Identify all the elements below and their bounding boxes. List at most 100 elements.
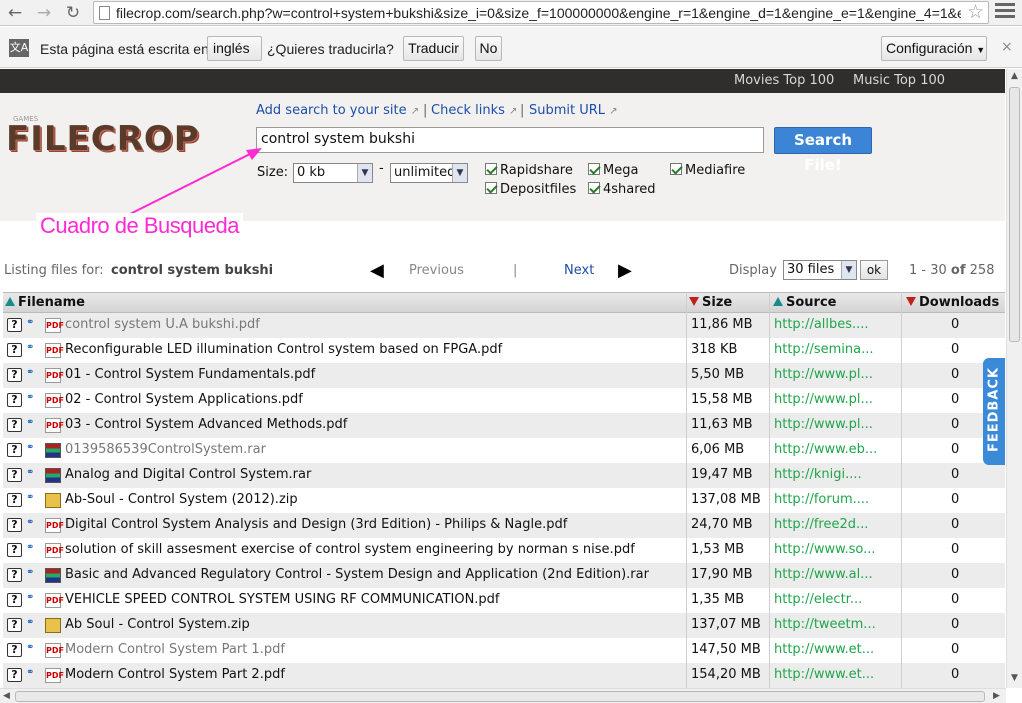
source-link[interactable]: http://www.et... [774, 667, 874, 682]
link-icon[interactable]: ⚭ [26, 467, 34, 478]
column-size[interactable]: Size [689, 295, 732, 310]
download-count: 0 [951, 642, 960, 657]
file-name-link[interactable]: Analog and Digital Control System.rar [65, 467, 685, 482]
source-link[interactable]: http://www.pl... [774, 392, 873, 407]
source-link[interactable]: http://www.so... [774, 542, 876, 557]
table-row[interactable]: ? ⚭ 0139586539ControlSystem.rar 6,06 MB http… [3, 438, 1005, 463]
source-link[interactable]: http://semina... [774, 342, 873, 357]
column-downloads[interactable]: Downloads [906, 295, 999, 310]
table-row[interactable]: ? ⚭ PDF Modern Control System Part 2.pdf 154… [3, 663, 1005, 688]
link-icon[interactable]: ⚭ [26, 367, 34, 378]
source-link[interactable]: http://allbes.... [774, 317, 869, 332]
table-row[interactable]: ? ⚭ PDF solution of skill assesment exercis… [3, 538, 1005, 563]
help-icon[interactable]: ? [7, 418, 22, 432]
source-link[interactable]: http://www.pl... [774, 367, 873, 382]
source-link[interactable]: http://forum.... [774, 492, 869, 507]
next-link[interactable]: Next [564, 263, 594, 278]
file-name-link[interactable]: Ab Soul - Control System.zip [65, 617, 685, 632]
help-icon[interactable]: ? [7, 368, 22, 382]
previous-link[interactable]: Previous [409, 263, 464, 278]
file-name-link[interactable]: Reconfigurable LED illumination Control … [65, 342, 685, 357]
previous-arrow-icon[interactable]: ◀ [370, 260, 384, 281]
table-row[interactable]: ? ⚭ Basic and Advanced Regulatory Control … [3, 563, 1005, 588]
link-icon[interactable]: ⚭ [26, 617, 34, 628]
vertical-scrollbar[interactable]: ▲ ▼ [1006, 69, 1022, 688]
link-icon[interactable]: ⚭ [26, 542, 34, 553]
scroll-down-icon[interactable]: ▼ [1011, 673, 1018, 683]
file-name-link[interactable]: 01 - Control System Fundamentals.pdf [65, 367, 685, 382]
file-name-link[interactable]: 02 - Control System Applications.pdf [65, 392, 685, 407]
source-link[interactable]: http://www.al... [774, 567, 873, 582]
column-source[interactable]: Source [773, 295, 836, 310]
file-size: 147,50 MB [691, 642, 761, 657]
help-icon[interactable]: ? [7, 568, 22, 582]
table-row[interactable]: ? ⚭ PDF Reconfigurable LED illumination Con… [3, 338, 1005, 363]
link-icon[interactable]: ⚭ [26, 342, 34, 353]
source-link[interactable]: http://www.pl... [774, 417, 873, 432]
file-size: 5,50 MB [691, 367, 745, 382]
table-row[interactable]: ? ⚭ PDF Digital Control System Analysis and… [3, 513, 1005, 538]
link-icon[interactable]: ⚭ [26, 642, 34, 653]
file-name-link[interactable]: Modern Control System Part 1.pdf [65, 642, 685, 657]
feedback-tab[interactable]: FEEDBACK [983, 358, 1005, 465]
link-icon[interactable]: ⚭ [26, 517, 34, 528]
help-icon[interactable]: ? [7, 518, 22, 532]
link-icon[interactable]: ⚭ [26, 492, 34, 503]
source-link[interactable]: http://www.et... [774, 642, 874, 657]
file-name-link[interactable]: 0139586539ControlSystem.rar [65, 442, 685, 457]
table-row[interactable]: ? ⚭ PDF 01 - Control System Fundamentals.pd… [3, 363, 1005, 388]
file-name-link[interactable]: VEHICLE SPEED CONTROL SYSTEM USING RF CO… [65, 592, 685, 607]
file-name-link[interactable]: Ab-Soul - Control System (2012).zip [65, 492, 685, 507]
listing-bar: Listing files for: control system bukshi… [0, 256, 1005, 286]
help-icon[interactable]: ? [7, 643, 22, 657]
link-icon[interactable]: ⚭ [26, 392, 34, 403]
source-link[interactable]: http://www.eb... [774, 442, 877, 457]
help-icon[interactable]: ? [7, 593, 22, 607]
help-icon[interactable]: ? [7, 493, 22, 507]
file-name-link[interactable]: Modern Control System Part 2.pdf [65, 667, 685, 682]
table-row[interactable]: ? ⚭ Ab Soul - Control System.zip 137,07 MB h… [3, 613, 1005, 638]
link-icon[interactable]: ⚭ [26, 417, 34, 428]
help-icon[interactable]: ? [7, 468, 22, 482]
link-icon[interactable]: ⚭ [26, 567, 34, 578]
column-filename[interactable]: Filename [5, 295, 85, 310]
help-icon[interactable]: ? [7, 343, 22, 357]
help-icon[interactable]: ? [7, 393, 22, 407]
table-row[interactable]: ? ⚭ PDF VEHICLE SPEED CONTROL SYSTEM USING … [3, 588, 1005, 613]
table-row[interactable]: ? ⚭ PDF control system U.A bukshi.pdf 11,86 … [3, 313, 1005, 338]
help-icon[interactable]: ? [7, 443, 22, 457]
rar-file-icon [45, 568, 61, 583]
scroll-left-icon[interactable]: ◀ [3, 691, 10, 701]
table-row[interactable]: ? ⚭ PDF Modern Control System Part 1.pdf 147… [3, 638, 1005, 663]
help-icon[interactable]: ? [7, 618, 22, 632]
display-select[interactable]: 30 files ▼ [783, 260, 857, 280]
file-name-link[interactable]: control system U.A bukshi.pdf [65, 317, 685, 332]
help-icon[interactable]: ? [7, 318, 22, 332]
source-link[interactable]: http://electr... [774, 592, 862, 607]
help-icon[interactable]: ? [7, 543, 22, 557]
help-icon[interactable]: ? [7, 668, 22, 682]
file-name-link[interactable]: 03 - Control System Advanced Methods.pdf [65, 417, 685, 432]
table-row[interactable]: ? ⚭ PDF 03 - Control System Advanced Method… [3, 413, 1005, 438]
file-name-link[interactable]: Basic and Advanced Regulatory Control - … [65, 567, 685, 582]
horizontal-scrollbar[interactable]: ◀ ▶ [0, 688, 1006, 703]
link-icon[interactable]: ⚭ [26, 317, 34, 328]
link-icon[interactable]: ⚭ [26, 592, 34, 603]
results-table-header: Filename Size Source Downloads [3, 292, 1005, 313]
table-row[interactable]: ? ⚭ Analog and Digital Control System.rar 1… [3, 463, 1005, 488]
ok-button[interactable]: ok [860, 260, 888, 280]
scroll-thumb[interactable] [1009, 87, 1020, 342]
file-name-link[interactable]: solution of skill assesment exercise of … [65, 542, 685, 557]
scroll-right-icon[interactable]: ▶ [993, 691, 1000, 701]
next-arrow-icon[interactable]: ▶ [618, 260, 632, 281]
source-link[interactable]: http://free2d... [774, 517, 868, 532]
link-icon[interactable]: ⚭ [26, 442, 34, 453]
table-row[interactable]: ? ⚭ PDF 02 - Control System Applications.pd… [3, 388, 1005, 413]
scroll-thumb[interactable] [15, 691, 985, 702]
scroll-up-icon[interactable]: ▲ [1011, 71, 1018, 81]
link-icon[interactable]: ⚭ [26, 667, 34, 678]
table-row[interactable]: ? ⚭ Ab-Soul - Control System (2012).zip 137… [3, 488, 1005, 513]
source-link[interactable]: http://knigi.... [774, 467, 862, 482]
source-link[interactable]: http://tweetm... [774, 617, 876, 632]
file-name-link[interactable]: Digital Control System Analysis and Desi… [65, 517, 685, 532]
